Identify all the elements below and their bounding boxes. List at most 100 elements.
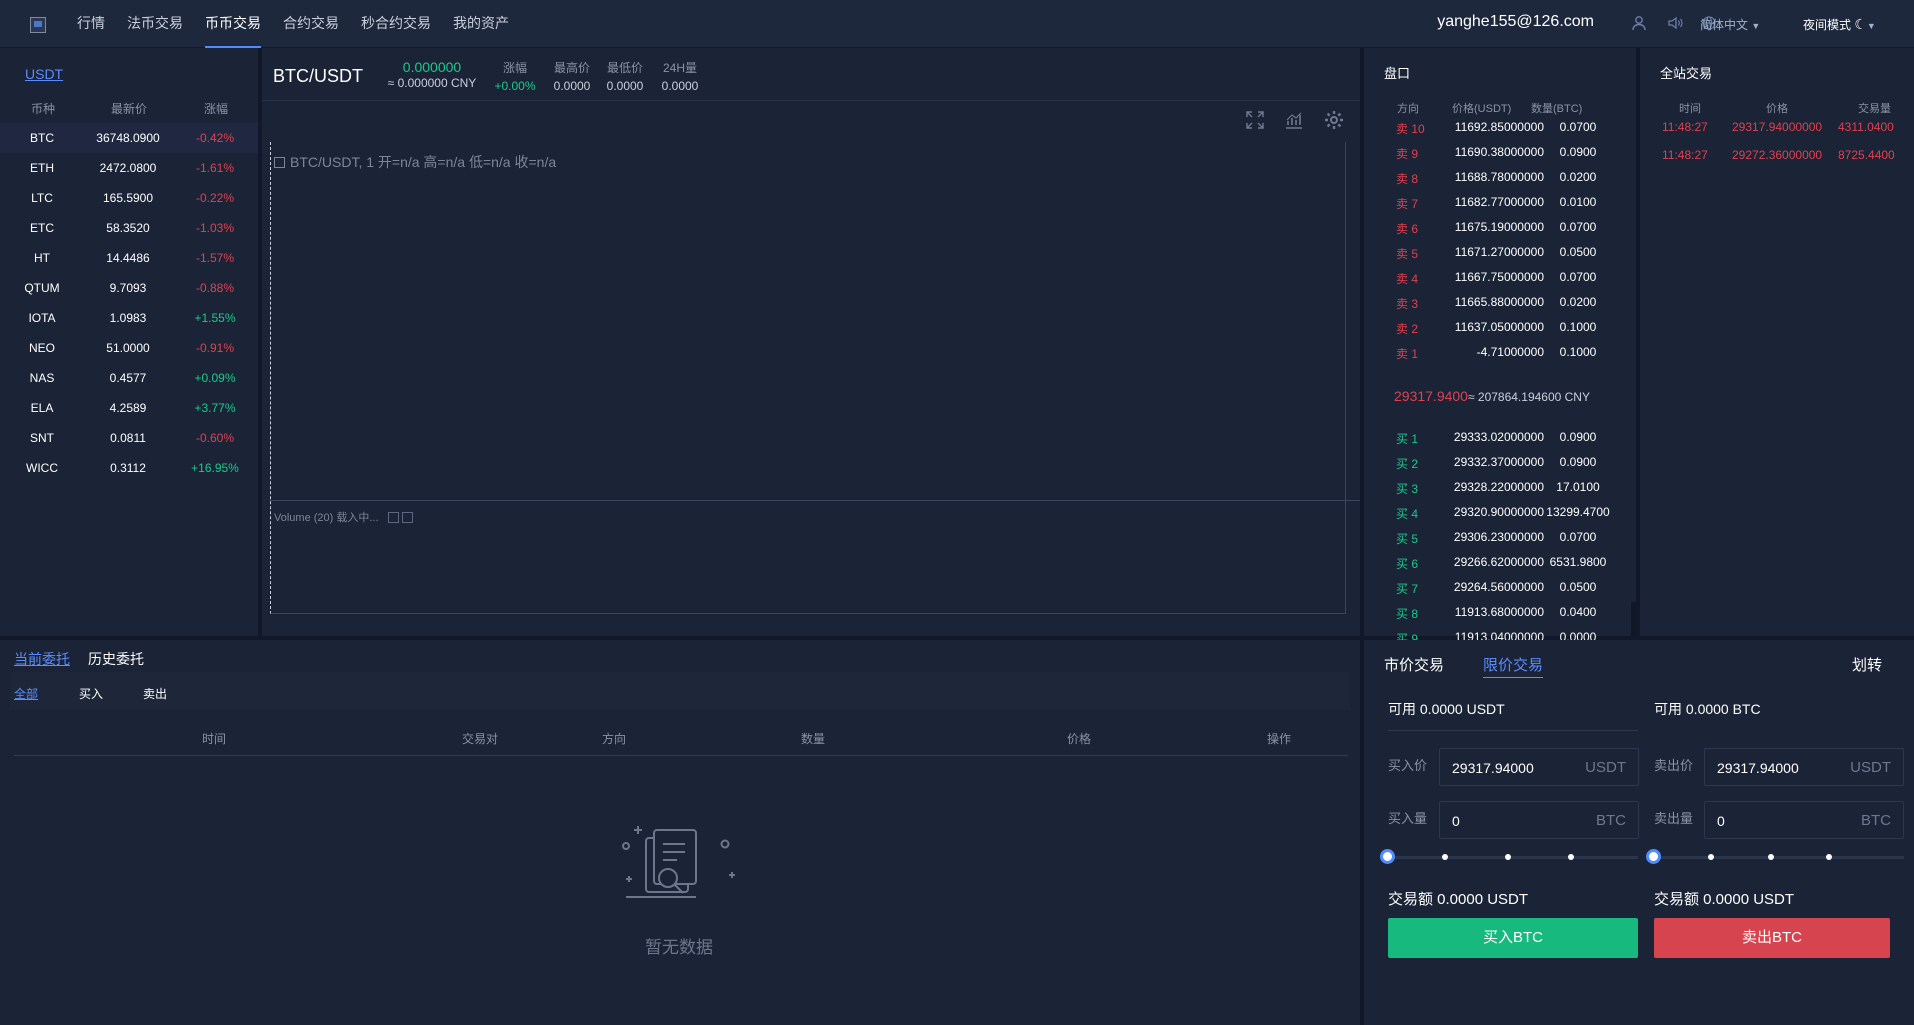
column-header: 价格(USDT) — [1452, 103, 1512, 115]
slider-mark[interactable] — [1708, 854, 1714, 860]
market-row[interactable]: SNT 0.0811 -0.60% — [0, 423, 258, 453]
market-row[interactable]: NAS 0.4577 +0.09% — [0, 363, 258, 393]
buy-percent-slider[interactable] — [1380, 849, 1638, 865]
orderbook-row[interactable]: 买 5 29306.23000000 0.0700 — [1364, 525, 1636, 550]
chart-canvas[interactable] — [270, 142, 1346, 614]
column-header: 交易量 — [1858, 103, 1891, 115]
transfer-button[interactable]: 划转 — [1852, 654, 1882, 675]
coin-change: -0.91% — [195, 341, 235, 355]
sell-button[interactable]: 卖出BTC — [1654, 918, 1890, 958]
subtab-sell[interactable]: 卖出 — [143, 685, 167, 702]
user-icon[interactable] — [1631, 15, 1647, 31]
tab-order-history[interactable]: 历史委托 — [88, 649, 144, 669]
trade-qty: 8725.4400 — [1838, 148, 1895, 162]
slider-mark[interactable] — [1442, 854, 1448, 860]
orderbook-row[interactable]: 卖 7 11682.77000000 0.0100 — [1364, 190, 1636, 215]
market-list-panel: USDT 币种 最新价 涨幅 BTC 36748.0900 -0.42% ETH 247… — [0, 50, 258, 636]
orderbook-row[interactable]: 买 7 29264.56000000 0.0500 — [1364, 575, 1636, 600]
sell-qty-input[interactable]: 0 BTC — [1704, 801, 1904, 839]
orderbook-row[interactable]: 卖 6 11675.19000000 0.0700 — [1364, 215, 1636, 240]
order-qty: 0.0900 — [1559, 455, 1597, 469]
orderbook-row[interactable]: 卖 3 11665.88000000 0.0200 — [1364, 290, 1636, 315]
slider-handle[interactable] — [1646, 849, 1661, 864]
buy-qty-unit: BTC — [1596, 812, 1626, 829]
slider-mark[interactable] — [1768, 854, 1774, 860]
order-qty: 0.0700 — [1559, 530, 1597, 544]
market-row[interactable]: ELA 4.2589 +3.77% — [0, 393, 258, 423]
subtab-all[interactable]: 全部 — [14, 685, 38, 702]
coin-price: 9.7093 — [109, 281, 147, 295]
market-row[interactable]: ETH 2472.0800 -1.61% — [0, 153, 258, 183]
tab-market-order[interactable]: 市价交易 — [1384, 654, 1444, 675]
buy-price-input[interactable]: 29317.94000 USDT — [1439, 748, 1639, 786]
coin-price: 0.3112 — [110, 461, 146, 475]
sell-price-input[interactable]: 29317.94000 USDT — [1704, 748, 1904, 786]
orderbook-row[interactable]: 买 6 29266.62000000 6531.9800 — [1364, 550, 1636, 575]
market-row[interactable]: BTC 36748.0900 -0.42% — [0, 123, 258, 153]
settings-icon[interactable] — [387, 512, 399, 523]
buy-button[interactable]: 买入BTC — [1388, 918, 1638, 958]
orderbook-row[interactable]: 卖 2 11637.05000000 0.1000 — [1364, 315, 1636, 340]
market-row[interactable]: LTC 165.5900 -0.22% — [0, 183, 258, 213]
nav-item-fiat[interactable]: 法币交易 — [127, 0, 183, 48]
orderbook-row[interactable]: 卖 10 11692.85000000 0.0700 — [1364, 115, 1636, 140]
logo-image[interactable] — [30, 17, 46, 33]
orderbook-row[interactable]: 卖 8 11688.78000000 0.0200 — [1364, 165, 1636, 190]
order-qty: 0.1000 — [1559, 345, 1597, 359]
market-row[interactable]: NEO 51.0000 -0.91% — [0, 333, 258, 363]
settings-gear-icon[interactable] — [1324, 110, 1344, 130]
orderbook-row[interactable]: 买 1 29333.02000000 0.0900 — [1364, 425, 1636, 450]
language-select[interactable]: 简体中文 ▼ — [1700, 16, 1760, 33]
buy-qty-input[interactable]: 0 BTC — [1439, 801, 1639, 839]
slider-mark[interactable] — [1568, 854, 1574, 860]
orderbook-row[interactable]: 卖 9 11690.38000000 0.0900 — [1364, 140, 1636, 165]
order-side: 买 4 — [1396, 507, 1419, 521]
tab-usdt[interactable]: USDT — [25, 66, 63, 82]
nav-item-second-contract[interactable]: 秒合约交易 — [361, 0, 431, 48]
orderbook-row[interactable]: 买 8 11913.68000000 0.0400 — [1364, 600, 1636, 625]
coin-symbol: ETC — [30, 221, 54, 235]
scrollbar-thumb[interactable] — [1631, 602, 1636, 636]
slider-mark[interactable] — [1826, 854, 1832, 860]
slider-mark[interactable] — [1505, 854, 1511, 860]
buy-price-label: 买入价 — [1388, 758, 1428, 773]
nav-item-contract[interactable]: 合约交易 — [283, 0, 339, 48]
market-row[interactable]: IOTA 1.0983 +1.55% — [0, 303, 258, 333]
market-row[interactable]: ETC 58.3520 -1.03% — [0, 213, 258, 243]
order-side: 卖 6 — [1396, 222, 1419, 236]
orderbook-row[interactable]: 卖 5 11671.27000000 0.0500 — [1364, 240, 1636, 265]
order-qty: 0.0500 — [1559, 245, 1597, 259]
nav-item-market[interactable]: 行情 — [77, 0, 105, 48]
tab-current-orders[interactable]: 当前委托 — [14, 649, 70, 669]
fullscreen-icon[interactable] — [1246, 111, 1264, 129]
user-email[interactable]: yanghe155@126.com — [1437, 13, 1594, 31]
buy-price-unit: USDT — [1585, 759, 1626, 776]
nav-item-spot[interactable]: 币币交易 — [205, 0, 261, 48]
sell-percent-slider[interactable] — [1646, 849, 1904, 865]
collapse-icon[interactable] — [274, 157, 285, 168]
market-row[interactable]: WICC 0.3112 +16.95% — [0, 453, 258, 483]
orderbook-row[interactable]: 买 3 29328.22000000 17.0100 — [1364, 475, 1636, 500]
speaker-icon[interactable] — [1667, 15, 1684, 31]
coin-change: -1.03% — [195, 221, 235, 235]
slider-handle[interactable] — [1380, 849, 1395, 864]
order-side: 买 8 — [1396, 607, 1419, 621]
market-row[interactable]: QTUM 9.7093 -0.88% — [0, 273, 258, 303]
close-icon[interactable] — [401, 512, 413, 523]
nav-item-assets[interactable]: 我的资产 — [453, 0, 509, 48]
price-cny: ≈ 0.000000 CNY — [387, 76, 477, 90]
subtab-buy[interactable]: 买入 — [79, 685, 103, 702]
night-mode-toggle[interactable]: 夜间模式 ☾▼ — [1803, 16, 1876, 33]
orderbook-row[interactable]: 买 2 29332.37000000 0.0900 — [1364, 450, 1636, 475]
indicator-icon[interactable] — [1285, 111, 1303, 129]
tab-limit-order[interactable]: 限价交易 — [1483, 654, 1544, 678]
orderbook-row[interactable]: 卖 4 11667.75000000 0.0700 — [1364, 265, 1636, 290]
market-row[interactable]: HT 14.4486 -1.57% — [0, 243, 258, 273]
order-price: 29264.56000000 — [1453, 580, 1544, 594]
order-side: 卖 5 — [1396, 247, 1419, 261]
buy-available-balance: 可用 0.0000 USDT — [1388, 701, 1505, 717]
coin-symbol: ELA — [30, 401, 54, 415]
orderbook-row[interactable]: 卖 1 -4.71000000 0.1000 — [1364, 340, 1636, 365]
slider-track[interactable] — [1648, 856, 1904, 859]
orderbook-row[interactable]: 买 4 29320.90000000 13299.4700 — [1364, 500, 1636, 525]
